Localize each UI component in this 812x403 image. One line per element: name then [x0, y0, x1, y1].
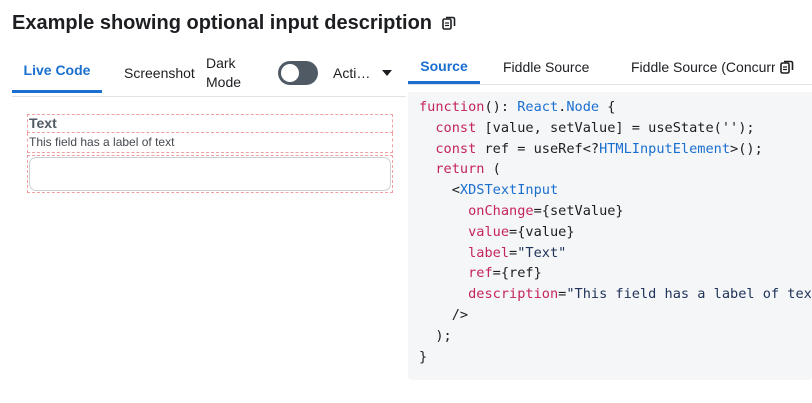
- actions-dropdown[interactable]: Acti…: [333, 50, 393, 96]
- code-block[interactable]: function(): React.Node { const [value, s…: [408, 92, 812, 380]
- source-code: function(): React.Node { const [value, s…: [408, 92, 812, 367]
- code-line: />: [419, 306, 469, 323]
- code-line: function(): React.Node {: [419, 99, 616, 115]
- tab-live-code[interactable]: Live Code: [12, 50, 102, 93]
- text-input-description: This field has a label of text: [27, 133, 393, 153]
- dark-mode-toggle[interactable]: [278, 61, 318, 85]
- page-title: Example showing optional input descripti…: [12, 11, 433, 34]
- code-line: );: [419, 327, 452, 344]
- chevron-down-icon: [382, 70, 393, 76]
- code-line: onChange={setValue}: [468, 202, 624, 219]
- code-line: const ref = useRef<?HTMLInputElement>();: [435, 140, 763, 157]
- dark-mode-label: Dark Mode: [206, 55, 242, 90]
- code-line: return (: [435, 161, 501, 178]
- right-tab-bar: Source Fiddle Source Fiddle Source (Conc…: [408, 50, 812, 85]
- code-line: description="This field has a label of t…: [468, 286, 812, 303]
- live-preview: Text This field has a label of text: [27, 114, 393, 193]
- tab-fiddle-source-concurrent[interactable]: Fiddle Source (Concurrent): [631, 50, 775, 84]
- code-line: }: [419, 348, 428, 365]
- source-panel: Source Fiddle Source Fiddle Source (Conc…: [408, 50, 812, 380]
- page-header: Example showing optional input descripti…: [12, 10, 456, 36]
- copy-icon[interactable]: [780, 59, 794, 80]
- copy-icon[interactable]: [442, 15, 456, 31]
- text-input-wrapper: [27, 155, 393, 193]
- code-line: value={value}: [468, 223, 575, 240]
- code-line: <XDSTextInput: [419, 182, 559, 199]
- left-tab-bar: Live Code Screenshot Dark Mode Acti…: [12, 50, 406, 97]
- actions-label: Acti…: [333, 65, 371, 81]
- code-line: ref={ref}: [468, 265, 542, 282]
- text-input-label: Text: [27, 114, 393, 133]
- code-line: const [value, setValue] = useState('');: [435, 119, 755, 136]
- live-code-panel: Live Code Screenshot Dark Mode Acti… Tex…: [12, 50, 406, 380]
- tab-source[interactable]: Source: [408, 50, 480, 84]
- tab-fiddle-source[interactable]: Fiddle Source: [503, 50, 589, 84]
- code-line: label="Text": [468, 244, 567, 261]
- toggle-knob: [281, 64, 299, 82]
- tab-screenshot[interactable]: Screenshot: [124, 50, 195, 96]
- text-input-field[interactable]: [29, 157, 391, 191]
